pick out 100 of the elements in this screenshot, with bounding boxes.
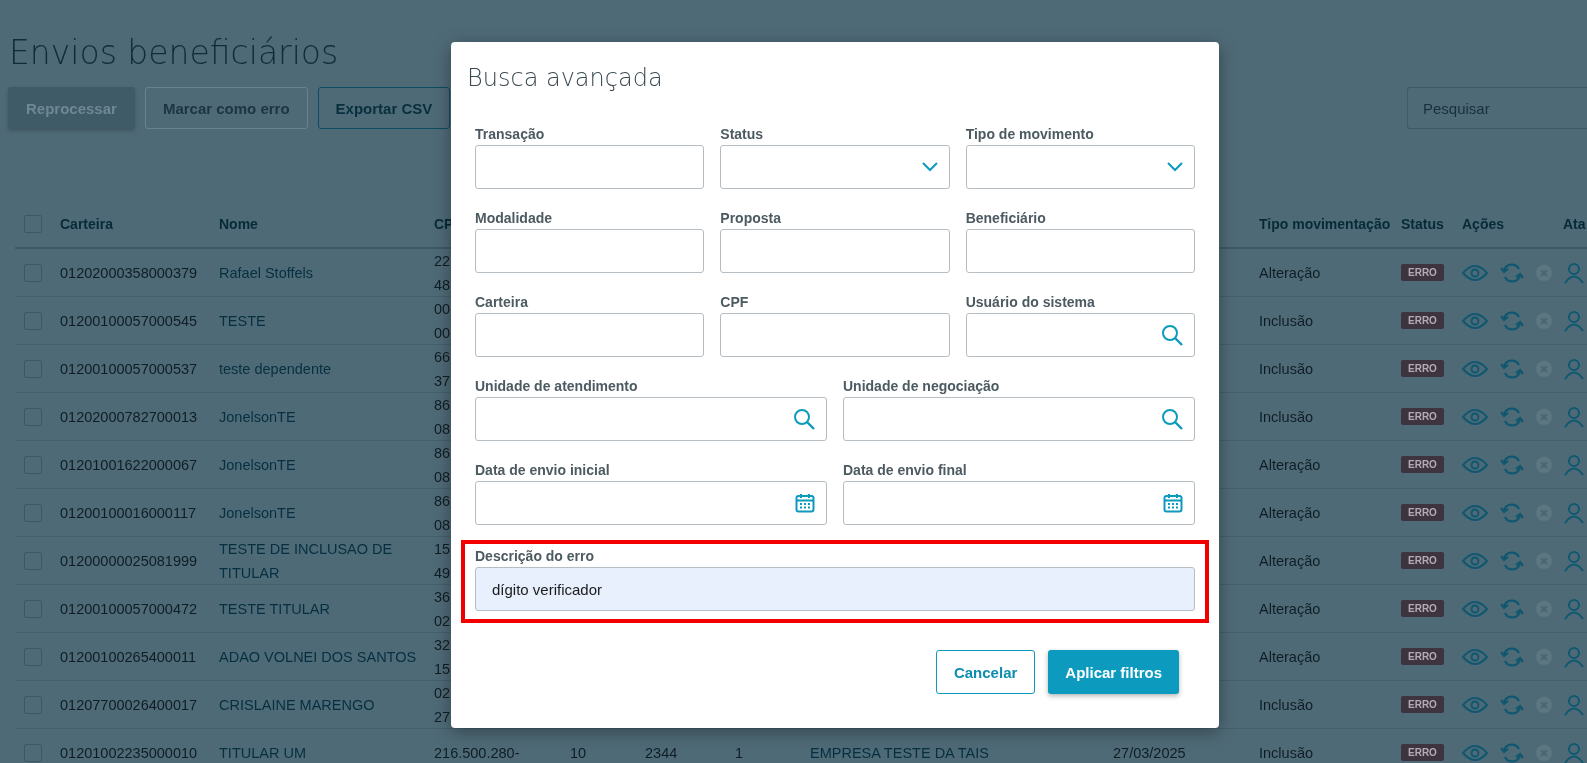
name-link[interactable]: JonelsonTE	[219, 452, 296, 477]
name-link[interactable]: CRISLAINE MARENGO	[219, 692, 375, 717]
column-header[interactable]: Nome	[219, 215, 258, 232]
refresh-icon[interactable]	[1500, 597, 1524, 620]
refresh-icon[interactable]	[1500, 645, 1524, 668]
input-field[interactable]	[475, 229, 705, 273]
name-link[interactable]: TESTE TITULAR	[219, 596, 330, 621]
table-cell-text: 66	[434, 347, 451, 367]
table-cell: 01200100057000537	[60, 359, 198, 378]
name-link[interactable]: TESTE	[219, 308, 266, 333]
name-link[interactable]: ADAO VOLNEI DOS SANTOS	[219, 644, 417, 669]
field-label: Transação	[475, 125, 546, 144]
search-field[interactable]	[843, 397, 1195, 441]
status-badge: ERRO	[1401, 648, 1444, 665]
refresh-icon[interactable]	[1500, 357, 1524, 380]
column-header[interactable]: Ações	[1462, 215, 1505, 232]
table-cell: 01201002235000010	[60, 743, 198, 762]
table-cell: Alteração	[1259, 551, 1321, 570]
table-cell: Alteração	[1259, 599, 1321, 618]
search-field[interactable]	[965, 313, 1195, 357]
calendar-icon[interactable]	[795, 493, 815, 513]
refresh-icon[interactable]	[1500, 549, 1524, 572]
eye-icon[interactable]	[1462, 551, 1488, 570]
search-field[interactable]	[475, 397, 827, 441]
name-link[interactable]: JonelsonTE	[219, 404, 296, 429]
eye-icon[interactable]	[1462, 407, 1488, 426]
table-cell: 2344	[645, 743, 678, 762]
person-icon[interactable]	[1563, 501, 1585, 524]
person-icon[interactable]	[1563, 405, 1585, 428]
status-badge: ERRO	[1401, 456, 1444, 473]
name-link[interactable]: TITULAR UM	[219, 740, 306, 763]
person-icon[interactable]	[1563, 261, 1585, 284]
status-badge: ERRO	[1401, 744, 1444, 761]
eye-icon[interactable]	[1462, 311, 1488, 330]
column-header[interactable]: Carteira	[60, 215, 113, 232]
table-cell-text: 22	[434, 251, 451, 271]
table-cell: 01200100016000117	[60, 503, 196, 522]
table-cell-text: 27	[434, 707, 451, 727]
table-cell: 10	[570, 743, 587, 762]
table-cell-text: 08	[434, 467, 451, 487]
field-label: Proposta	[720, 209, 782, 228]
company-link[interactable]: EMPRESA TESTE DA TAIS	[810, 740, 989, 763]
person-icon[interactable]	[1563, 693, 1585, 716]
input-field[interactable]	[475, 313, 705, 357]
search-icon[interactable]	[793, 408, 815, 430]
calendar-icon[interactable]	[1163, 493, 1183, 513]
column-header[interactable]: Status	[1401, 215, 1444, 232]
select-field[interactable]	[720, 145, 950, 189]
refresh-icon[interactable]	[1500, 453, 1524, 476]
eye-icon[interactable]	[1462, 743, 1488, 762]
table-cell: 01202000358000379	[60, 263, 198, 282]
column-header[interactable]: Ata	[1563, 215, 1586, 232]
search-icon[interactable]	[1161, 408, 1183, 430]
table-cell-text: 00	[434, 323, 451, 343]
field-label: Status	[720, 125, 765, 144]
search-icon[interactable]	[1161, 324, 1183, 346]
eye-icon[interactable]	[1462, 503, 1488, 522]
refresh-icon[interactable]	[1500, 405, 1524, 428]
table-cell: 01200100265400011	[60, 647, 196, 666]
input-field[interactable]: dígito verificador	[475, 567, 1195, 611]
name-link[interactable]: JonelsonTE	[219, 500, 296, 525]
refresh-icon[interactable]	[1500, 741, 1524, 763]
table-cell: 01202000782700013	[60, 407, 198, 426]
name-link[interactable]: TESTE DE INCLUSAO DE TITULAR	[219, 536, 426, 585]
toolbar-button[interactable]: Exportar CSV	[317, 87, 451, 129]
refresh-icon[interactable]	[1500, 309, 1524, 332]
eye-icon[interactable]	[1462, 263, 1488, 282]
table-cell-text: 86	[434, 395, 451, 415]
eye-icon[interactable]	[1462, 359, 1488, 378]
eye-icon[interactable]	[1462, 695, 1488, 714]
select-field[interactable]	[965, 145, 1195, 189]
input-field[interactable]	[720, 313, 950, 357]
input-field[interactable]	[475, 145, 705, 189]
eye-icon[interactable]	[1462, 599, 1488, 618]
person-icon[interactable]	[1563, 357, 1585, 380]
table-cell: 01200000025081999	[60, 551, 198, 570]
person-icon[interactable]	[1563, 453, 1585, 476]
eye-icon[interactable]	[1462, 455, 1488, 474]
person-icon[interactable]	[1563, 597, 1585, 620]
refresh-icon[interactable]	[1500, 693, 1524, 716]
person-icon[interactable]	[1563, 309, 1585, 332]
table-cell: Alteração	[1259, 263, 1321, 282]
dialog-button[interactable]: Cancelar	[935, 650, 1036, 694]
person-icon[interactable]	[1563, 645, 1585, 668]
name-link[interactable]: Rafael Stoffels	[219, 260, 314, 285]
search-field[interactable]: Pesquisar	[1407, 87, 1587, 129]
person-icon[interactable]	[1563, 549, 1585, 572]
person-icon[interactable]	[1563, 741, 1585, 763]
input-field[interactable]	[720, 229, 950, 273]
name-link[interactable]: teste dependente	[219, 356, 332, 381]
refresh-icon[interactable]	[1500, 501, 1524, 524]
input-field[interactable]	[965, 229, 1195, 273]
eye-icon[interactable]	[1462, 647, 1488, 666]
date-field[interactable]	[475, 481, 827, 525]
refresh-icon[interactable]	[1500, 261, 1524, 284]
table-cell-text: 15	[434, 539, 451, 559]
date-field[interactable]	[843, 481, 1195, 525]
column-header[interactable]: Tipo movimentação	[1259, 215, 1391, 232]
dialog-button[interactable]: Aplicar filtros	[1048, 650, 1179, 694]
table-cell: 01201001622000067	[60, 455, 198, 474]
